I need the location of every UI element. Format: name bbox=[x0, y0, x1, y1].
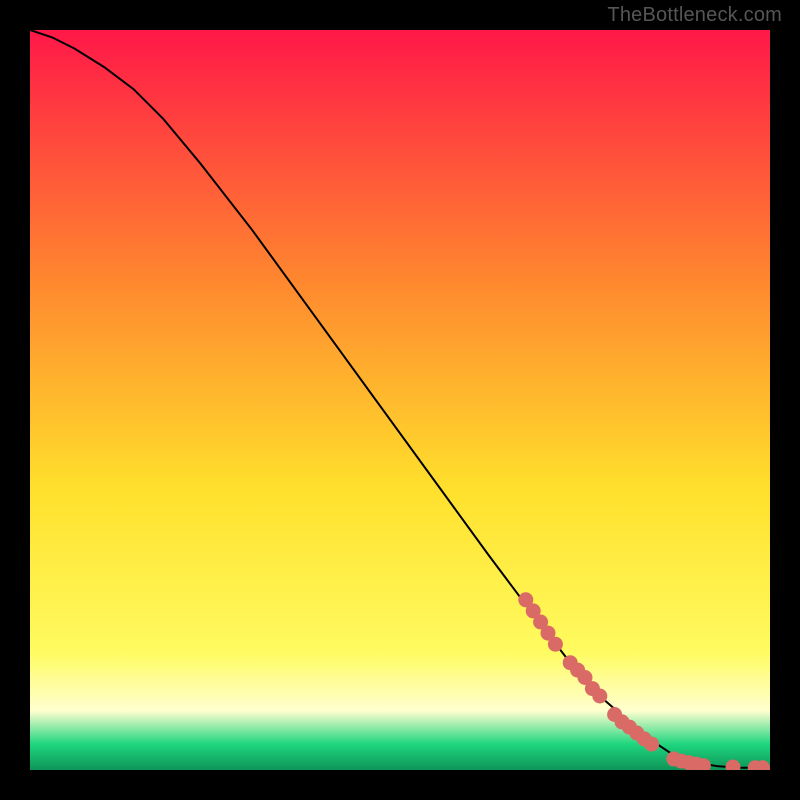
data-marker bbox=[644, 737, 659, 752]
chart-svg bbox=[30, 30, 770, 770]
gradient-background bbox=[30, 30, 770, 770]
data-marker bbox=[592, 689, 607, 704]
data-marker bbox=[548, 637, 563, 652]
plot-area bbox=[30, 30, 770, 770]
watermark-text: TheBottleneck.com bbox=[607, 4, 782, 27]
chart-stage: TheBottleneck.com bbox=[0, 0, 800, 800]
